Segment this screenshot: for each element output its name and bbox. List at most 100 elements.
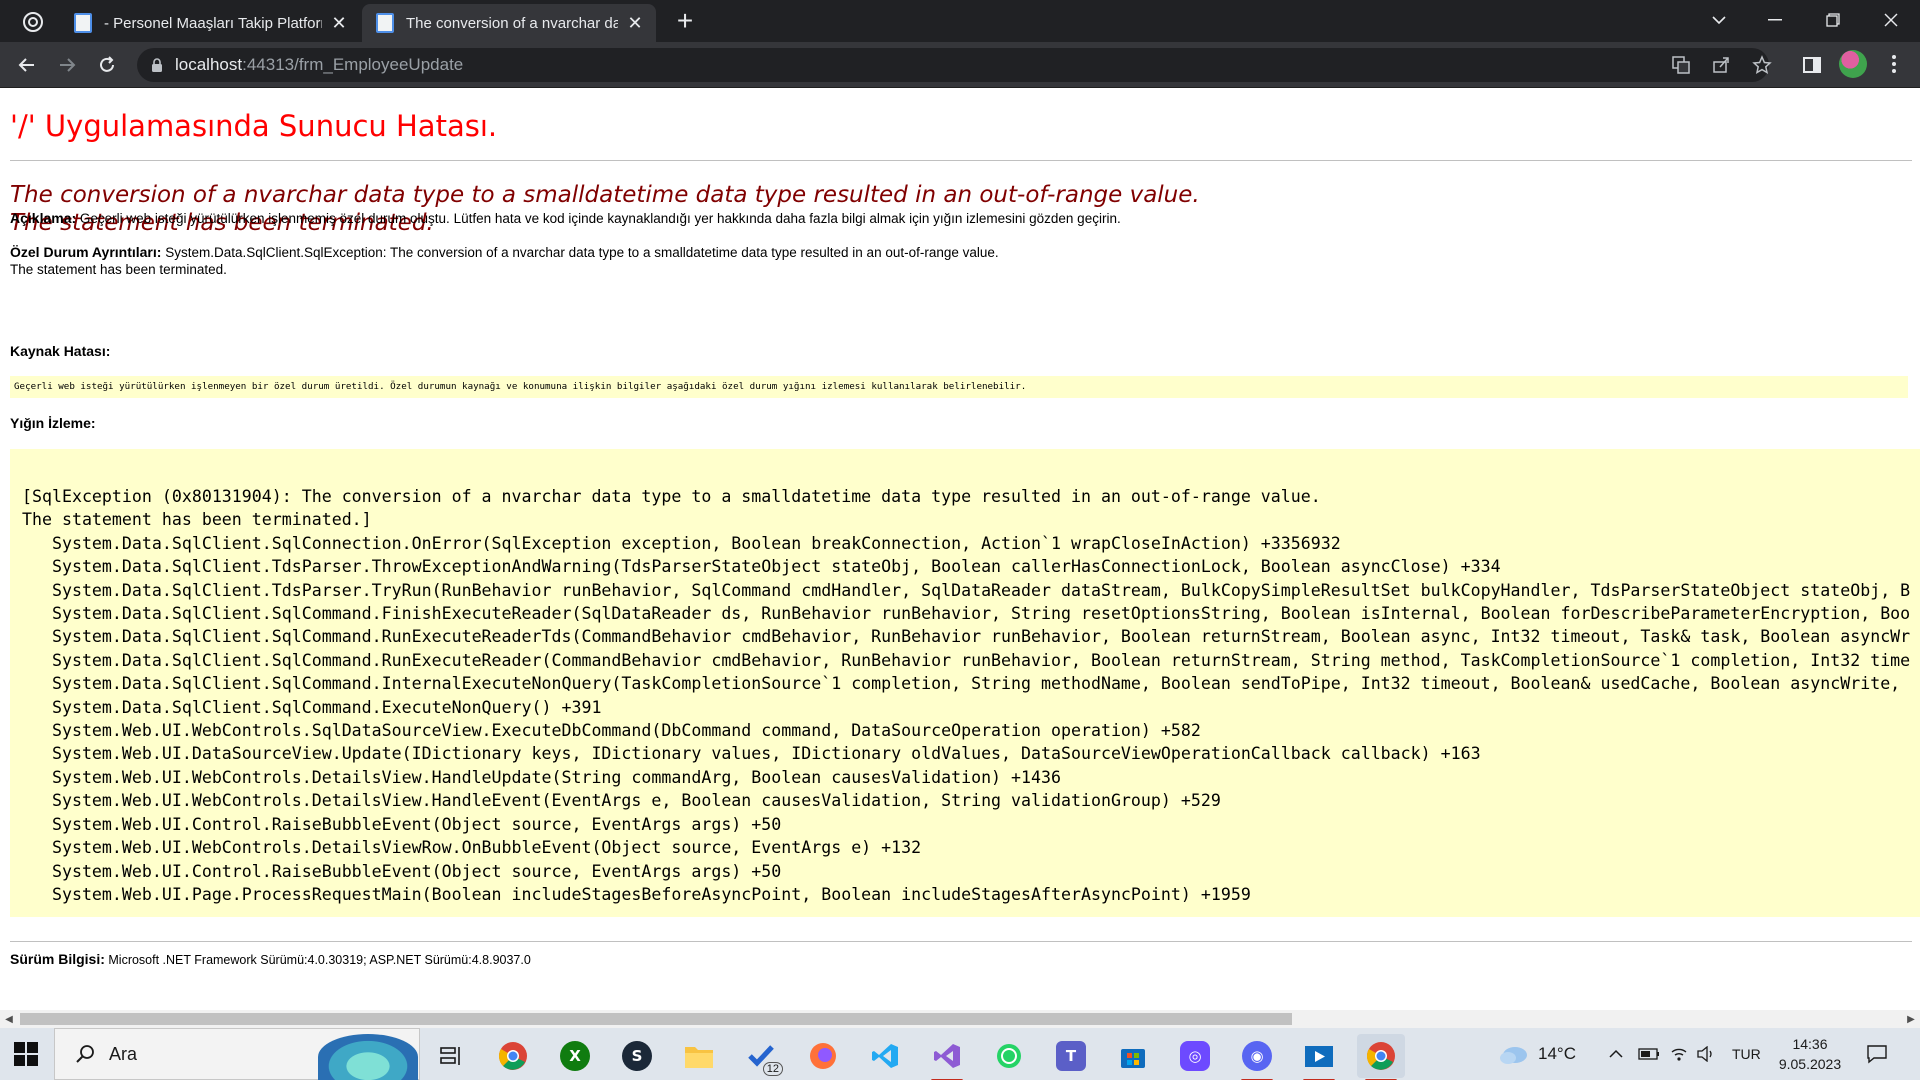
stack-trace-line: System.Web.UI.DataSourceView.Update(IDic…: [22, 744, 1481, 764]
restore-button[interactable]: [1806, 0, 1860, 40]
profile-avatar[interactable]: [1839, 50, 1867, 78]
more-menu-icon[interactable]: [1880, 50, 1908, 78]
whatsapp-icon[interactable]: [985, 1034, 1033, 1078]
browser-tab-strip: - Personel Maaşları Takip Platform ✕ The…: [0, 0, 1920, 42]
minimize-button[interactable]: [1748, 0, 1802, 40]
battery-icon[interactable]: [1638, 1028, 1660, 1080]
version-text: Microsoft .NET Framework Sürümü:4.0.3031…: [104, 953, 531, 967]
weather-widget[interactable]: 14°C: [1498, 1028, 1576, 1080]
tab-search-chevron-icon[interactable]: [1692, 0, 1746, 40]
divider: [10, 160, 1912, 161]
stack-trace-line: System.Data.SqlClient.SqlCommand.RunExec…: [22, 627, 1911, 647]
side-panel-icon[interactable]: [1797, 50, 1827, 80]
chrome-active-icon[interactable]: [1357, 1034, 1405, 1080]
back-arrow-icon[interactable]: [12, 50, 42, 80]
divider: [10, 941, 1912, 942]
stack-trace-line: System.Data.SqlClient.TdsParser.ThrowExc…: [22, 557, 1501, 577]
bookmark-star-icon[interactable]: [1747, 50, 1777, 80]
new-tab-button[interactable]: +: [672, 7, 698, 35]
stack-trace-line: System.Web.UI.WebControls.DetailsViewRow…: [22, 838, 922, 858]
xbox-icon[interactable]: X: [551, 1034, 599, 1078]
search-highlight-image: [318, 1034, 418, 1080]
source-error-section: Kaynak Hatası:: [10, 343, 110, 360]
notification-icon[interactable]: [1866, 1028, 1888, 1080]
vscode-icon[interactable]: [861, 1034, 909, 1078]
description-text: Geçerli web isteği yürütülürken işlenmem…: [76, 211, 1121, 226]
page-content: '/' Uygulamasında Sunucu Hatası. The con…: [0, 89, 1920, 1010]
close-icon[interactable]: ✕: [330, 13, 348, 33]
exception-details-section: Özel Durum Ayrıntıları: System.Data.SqlC…: [10, 244, 999, 278]
todo-icon[interactable]: 12: [737, 1034, 785, 1078]
close-window-button[interactable]: [1864, 0, 1918, 40]
tab-personel[interactable]: - Personel Maaşları Takip Platform ✕: [60, 4, 360, 42]
source-error-label: Kaynak Hatası:: [10, 343, 111, 359]
horizontal-scrollbar[interactable]: ◀ ▶: [0, 1010, 1920, 1028]
reload-icon[interactable]: [92, 50, 122, 80]
tab-error-page[interactable]: The conversion of a nvarchar dat ✕: [362, 4, 656, 42]
wifi-icon[interactable]: [1670, 1028, 1688, 1080]
task-view-icon[interactable]: [426, 1034, 474, 1078]
stack-trace-line: System.Data.SqlClient.SqlConnection.OnEr…: [22, 533, 1341, 553]
document-icon: [74, 13, 92, 33]
weather-temperature: 14°C: [1538, 1044, 1576, 1063]
language-indicator[interactable]: TUR: [1732, 1028, 1761, 1080]
source-error-box: Geçerli web isteği yürütülürken işlenmey…: [10, 376, 1908, 398]
document-icon: [376, 13, 394, 33]
search-icon: [76, 1045, 94, 1063]
stack-trace-line: System.Web.UI.WebControls.SqlDataSourceV…: [22, 721, 1201, 741]
stack-trace-line: System.Web.UI.WebControls.DetailsView.Ha…: [22, 767, 1061, 787]
version-label: Sürüm Bilgisi:: [10, 951, 105, 967]
file-explorer-icon[interactable]: [675, 1034, 723, 1078]
chatgpt-icon[interactable]: [20, 9, 46, 35]
visual-studio-icon[interactable]: [923, 1034, 971, 1080]
tray-overflow-icon[interactable]: [1608, 1028, 1624, 1080]
error-message-line-1: The conversion of a nvarchar data type t…: [10, 182, 1200, 208]
stack-trace-line: System.Web.UI.WebControls.DetailsView.Ha…: [22, 791, 1221, 811]
stack-trace-line: System.Web.UI.Page.ProcessRequestMain(Bo…: [22, 884, 1251, 904]
tab-title: The conversion of a nvarchar dat: [406, 14, 618, 32]
steam-icon[interactable]: S: [613, 1034, 661, 1078]
firefox-icon[interactable]: [799, 1034, 847, 1078]
description-label: Açıklama:: [10, 210, 77, 226]
share-icon[interactable]: [1706, 50, 1736, 80]
exception-text-line-2: The statement has been terminated.: [10, 262, 227, 277]
stack-trace-line: [SqlException (0x80131904): The conversi…: [22, 487, 1321, 506]
lock-icon[interactable]: [151, 57, 163, 73]
url-path: :44313/frm_EmployeeUpdate: [242, 55, 464, 74]
teams-icon[interactable]: T: [1047, 1034, 1095, 1078]
discord-icon[interactable]: ◉: [1233, 1034, 1281, 1080]
exception-label: Özel Durum Ayrıntıları:: [10, 244, 162, 260]
todo-badge: 12: [762, 1062, 783, 1076]
language-label: TUR: [1732, 1046, 1761, 1062]
proton-vpn-icon[interactable]: ◎: [1171, 1034, 1219, 1078]
stack-trace-line: System.Data.SqlClient.SqlCommand.FinishE…: [22, 604, 1911, 624]
close-icon[interactable]: ✕: [626, 13, 644, 33]
stack-trace-line: System.Data.SqlClient.SqlCommand.Execute…: [22, 697, 602, 717]
stack-trace-line: System.Data.SqlClient.SqlCommand.Interna…: [22, 674, 1901, 694]
stack-trace-label: Yığın İzleme:: [10, 415, 96, 431]
scroll-right-icon[interactable]: ▶: [1902, 1010, 1920, 1028]
stack-trace-line: System.Data.SqlClient.SqlCommand.RunExec…: [22, 650, 1911, 670]
stack-trace-line: The statement has been terminated.]: [22, 510, 372, 530]
scrollbar-thumb[interactable]: [20, 1013, 1292, 1025]
address-bar[interactable]: localhost:44313/frm_EmployeeUpdate: [137, 48, 1769, 82]
chrome-icon[interactable]: [489, 1034, 537, 1078]
description-section: Açıklama: Geçerli web isteği yürütülürke…: [10, 210, 1121, 227]
clock[interactable]: 14:36 9.05.2023: [1760, 1034, 1860, 1074]
exception-text: System.Data.SqlClient.SqlException: The …: [161, 245, 999, 260]
page-title: '/' Uygulamasında Sunucu Hatası.: [10, 109, 498, 143]
translate-icon[interactable]: [1666, 50, 1696, 80]
scroll-left-icon[interactable]: ◀: [0, 1010, 18, 1028]
stack-trace-section: Yığın İzleme:: [10, 415, 96, 432]
windows-start-icon[interactable]: [14, 1042, 38, 1066]
tab-title: - Personel Maaşları Takip Platform: [104, 14, 322, 32]
stack-trace-line: System.Web.UI.Control.RaiseBubbleEvent(O…: [22, 814, 782, 834]
volume-icon[interactable]: [1696, 1028, 1716, 1080]
stack-trace-box: [SqlException (0x80131904): The conversi…: [10, 449, 1920, 917]
stack-trace-line: System.Web.UI.Control.RaiseBubbleEvent(O…: [22, 861, 782, 881]
taskbar: Ara X S 12 T ◎ ◉ 14°C TUR 14:36 9.05.202…: [0, 1028, 1920, 1080]
forward-arrow-icon[interactable]: [52, 50, 82, 80]
clock-date: 9.05.2023: [1778, 1056, 1842, 1072]
video-player-icon[interactable]: [1295, 1034, 1343, 1080]
microsoft-store-icon[interactable]: [1109, 1034, 1157, 1078]
